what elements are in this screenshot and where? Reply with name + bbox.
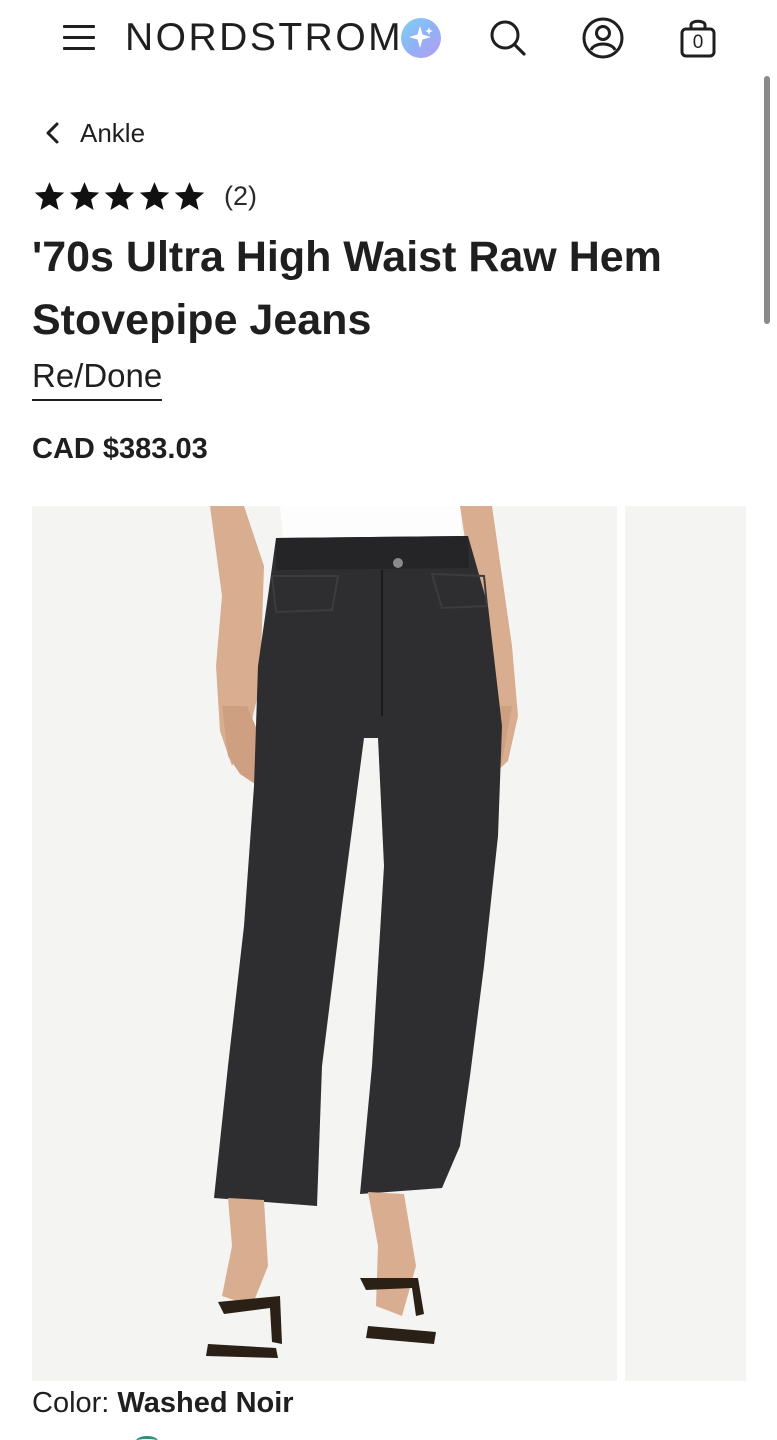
star-icon xyxy=(104,182,135,210)
star-icon xyxy=(34,182,65,210)
color-label: Color: xyxy=(32,1387,110,1419)
brand-link[interactable]: Re/Done xyxy=(32,356,163,401)
account-icon[interactable] xyxy=(580,15,626,61)
star-icon xyxy=(69,182,100,210)
hamburger-menu-icon[interactable] xyxy=(60,20,98,54)
product-image-main[interactable] xyxy=(32,506,617,1381)
color-selection-label: Color: Washed Noir xyxy=(32,1387,294,1420)
bag-count: 0 xyxy=(692,32,704,53)
review-count: (2) xyxy=(224,181,257,211)
color-swatch[interactable] xyxy=(136,1436,158,1440)
shopping-bag-icon[interactable]: 0 xyxy=(678,15,718,61)
color-value: Washed Noir xyxy=(117,1387,294,1419)
product-image-next[interactable] xyxy=(625,506,746,1381)
sparkle-assistant-icon[interactable] xyxy=(401,18,441,58)
page-scrollbar[interactable] xyxy=(764,76,770,324)
breadcrumb-back-link[interactable]: Ankle xyxy=(40,113,145,153)
jeans-photo xyxy=(206,506,518,1358)
star-icon xyxy=(174,182,205,210)
product-title: '70s Ultra High Waist Raw Hem Stovepipe … xyxy=(32,233,662,344)
nordstrom-logo[interactable]: NORDSTROM xyxy=(125,15,403,61)
chevron-left-icon xyxy=(46,122,59,144)
product-price: CAD $383.03 xyxy=(32,433,208,465)
top-header: NORDSTROM 0 xyxy=(0,0,777,78)
breadcrumb-label: Ankle xyxy=(80,117,146,148)
search-icon[interactable] xyxy=(486,16,530,60)
rating-stars xyxy=(33,180,206,213)
product-rating[interactable]: (2) xyxy=(33,180,257,213)
star-icon xyxy=(139,182,170,210)
